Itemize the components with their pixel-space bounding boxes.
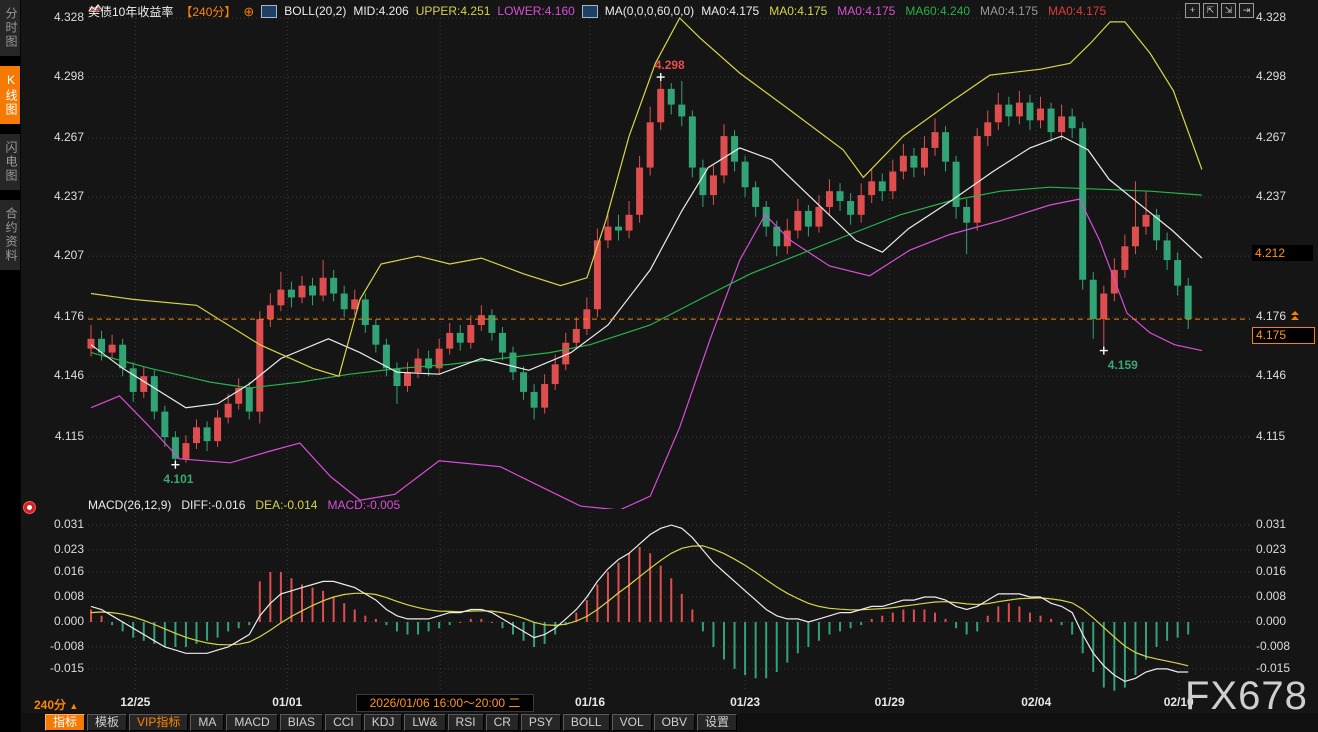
mid-line-price-marker: 4.212 xyxy=(1252,245,1313,261)
y-axis-label-left: 4.146 xyxy=(36,368,84,382)
toolbar-button-LW&[interactable]: LW& xyxy=(404,714,445,731)
expand-arrow-icon: ▲ xyxy=(69,701,78,711)
x-axis-date-label: 02/04 xyxy=(1004,695,1068,709)
y-axis-label-left: 4.207 xyxy=(36,248,84,262)
macd-axis-label-left: 0.000 xyxy=(36,614,84,628)
last-price-marker: 4.175 xyxy=(1252,327,1315,344)
y-axis-label-right: 4.115 xyxy=(1256,429,1285,443)
indicator-toolbar: 指标模板VIP指标MAMACDBIASCCIKDJLW&RSICRPSYBOLL… xyxy=(21,713,1318,732)
y-axis-label-left: 4.328 xyxy=(36,10,84,24)
zoom-out-chart-icon[interactable]: ⇲ xyxy=(1221,3,1236,18)
ma-value: MA0:4.175 xyxy=(980,4,1038,18)
x-axis-date-label: 01/16 xyxy=(558,695,622,709)
macd-axis-label-left: -0.008 xyxy=(36,639,84,653)
toolbar-button-设置[interactable]: 设置 xyxy=(697,714,737,731)
chart-application-window: 分时图K线图闪电图合约资料 美债10年收益率 【240分】 ⊕ BOLL(20,… xyxy=(0,0,1318,732)
macd-axis-label-left: 0.031 xyxy=(36,517,84,531)
chart-header: 美债10年收益率 【240分】 ⊕ BOLL(20,2) MID:4.206 U… xyxy=(88,3,1106,19)
macd-params: MACD(26,12,9) xyxy=(88,498,171,512)
low-price-label-2: 4.159 xyxy=(1108,358,1138,372)
y-axis-label-right: 4.298 xyxy=(1256,69,1286,83)
toolbar-button-BOLL[interactable]: BOLL xyxy=(563,714,610,731)
chart-window-controls: +⇱⇲⇥ xyxy=(1185,3,1254,18)
toolbar-button-模板[interactable]: 模板 xyxy=(87,714,127,731)
period-tag: 【240分】 xyxy=(180,3,236,20)
x-axis-date-label: 01/29 xyxy=(858,695,922,709)
ma-value: MA60:4.240 xyxy=(905,4,970,18)
y-axis-label-right: 4.237 xyxy=(1256,189,1286,203)
macd-axis-label-left: -0.015 xyxy=(36,661,84,675)
macd-dea-value: DEA:-0.014 xyxy=(255,498,317,512)
toolbar-button-KDJ[interactable]: KDJ xyxy=(364,714,403,731)
y-axis-label-right: 4.328 xyxy=(1256,10,1286,24)
macd-axis-label-right: -0.008 xyxy=(1256,639,1290,653)
x-axis-date-label: 01/01 xyxy=(255,695,319,709)
y-axis-label-right: 4.176 xyxy=(1256,309,1286,323)
boll-lower-value: LOWER:4.160 xyxy=(497,4,574,18)
toolbar-button-MACD[interactable]: MACD xyxy=(226,714,277,731)
y-axis-label-left: 4.115 xyxy=(36,429,84,443)
boll-upper-value: UPPER:4.251 xyxy=(416,4,491,18)
toolbar-button-指标[interactable]: 指标 xyxy=(45,714,85,731)
toolbar-button-OBV[interactable]: OBV xyxy=(654,714,695,731)
ma-value: MA0:4.175 xyxy=(837,4,895,18)
y-axis-label-left: 4.237 xyxy=(36,189,84,203)
macd-axis-label-right: 0.023 xyxy=(1256,542,1286,556)
toolbar-button-VOL[interactable]: VOL xyxy=(612,714,652,731)
toolbar-button-BIAS[interactable]: BIAS xyxy=(280,714,323,731)
macd-axis-label-right: -0.015 xyxy=(1256,661,1290,675)
timeframe-label[interactable]: 240分 ▲ xyxy=(34,696,78,713)
macd-header: MACD(26,12,9) DIFF:-0.016 DEA:-0.014 MAC… xyxy=(88,498,400,512)
boll-indicator-icon[interactable] xyxy=(261,5,277,18)
macd-value: MACD:-0.005 xyxy=(327,498,400,512)
macd-axis-label-right: 0.031 xyxy=(1256,517,1286,531)
y-axis-label-left: 4.176 xyxy=(36,309,84,323)
link-target-icon[interactable]: ⊕ xyxy=(243,5,254,18)
toolbar-button-MA[interactable]: MA xyxy=(190,714,224,731)
x-axis-date-label: 12/25 xyxy=(103,695,167,709)
y-axis-label-left: 4.298 xyxy=(36,69,84,83)
ma-value: MA0:4.175 xyxy=(769,4,827,18)
indicator-settings-icon[interactable] xyxy=(23,501,36,514)
low-price-label-1: 4.101 xyxy=(163,472,193,486)
macd-axis-label-right: 0.008 xyxy=(1256,589,1286,603)
high-price-label: 4.298 xyxy=(655,58,685,72)
toolbar-button-PSY[interactable]: PSY xyxy=(521,714,561,731)
boll-params: BOLL(20,2) xyxy=(284,4,346,18)
crosshair-date-readout: 2026/01/06 16:00～20:00 二 xyxy=(356,694,534,712)
toolbar-button-VIP指标[interactable]: VIP指标 xyxy=(129,714,188,731)
ma-indicator-icon[interactable] xyxy=(582,5,598,18)
boll-mid-value: MID:4.206 xyxy=(353,4,408,18)
toolbar-button-CCI[interactable]: CCI xyxy=(325,714,362,731)
toolbar-button-CR[interactable]: CR xyxy=(486,714,519,731)
macd-axis-label-left: 0.016 xyxy=(36,564,84,578)
x-axis-date-label: 01/23 xyxy=(713,695,777,709)
ma-value: MA0:4.175 xyxy=(701,4,759,18)
y-axis-label-right: 4.146 xyxy=(1256,368,1286,382)
zoom-in-chart-icon[interactable]: ⇱ xyxy=(1203,3,1218,18)
grid-cross-icon[interactable]: + xyxy=(1185,3,1200,18)
toolbar-button-RSI[interactable]: RSI xyxy=(448,714,484,731)
ma-value: MA0:4.175 xyxy=(1048,4,1106,18)
macd-axis-label-left: 0.023 xyxy=(36,542,84,556)
y-axis-label-left: 4.267 xyxy=(36,130,84,144)
macd-axis-label-left: 0.008 xyxy=(36,589,84,603)
macd-axis-label-right: 0.016 xyxy=(1256,564,1286,578)
pop-out-icon[interactable]: ⇥ xyxy=(1239,3,1254,18)
y-axis-label-right: 4.267 xyxy=(1256,130,1286,144)
macd-diff-value: DIFF:-0.016 xyxy=(181,498,245,512)
macd-axis-label-right: 0.000 xyxy=(1256,614,1286,628)
ma-params: MA(0,0,0,60,0,0) xyxy=(605,4,694,18)
